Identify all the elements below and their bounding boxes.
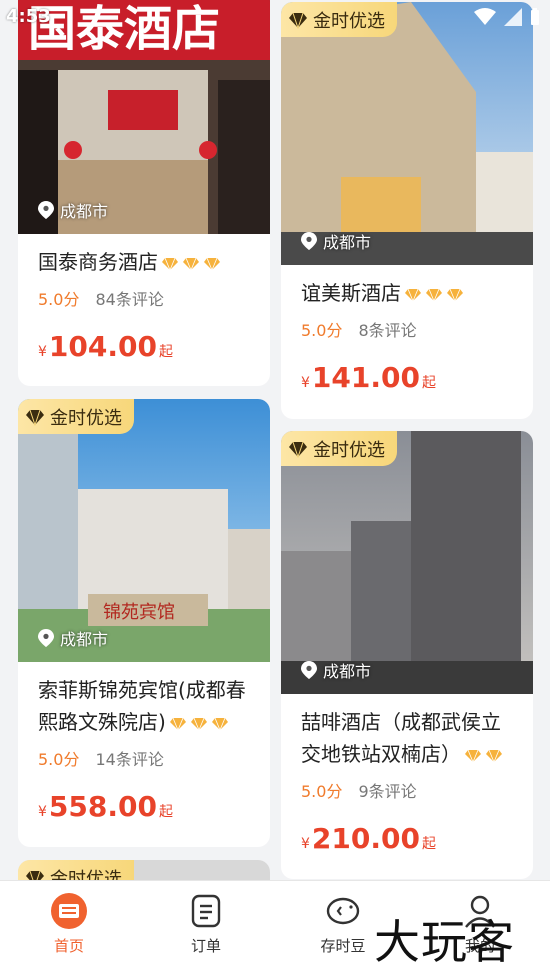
status-bar: 4:53: [0, 0, 550, 36]
hotel-image: [281, 2, 533, 265]
rating-row: 5.0分 14条评论: [38, 746, 250, 770]
currency-symbol: ¥: [301, 375, 310, 391]
city-text: 成都市: [60, 202, 109, 221]
location-label: 成都市: [301, 229, 371, 253]
diamond-rating: [162, 257, 220, 270]
diamond-icon: [169, 717, 186, 730]
price-value: 104.00: [48, 330, 157, 363]
score-text: 5.0分: [301, 321, 343, 340]
hotel-photo: 金时优选 成都市: [281, 431, 533, 694]
tab-label: 首页: [53, 937, 84, 955]
badge-text: 金时优选: [50, 407, 122, 429]
location-pin-icon: [38, 629, 54, 647]
price-row: ¥558.00 起: [38, 790, 250, 823]
diamond-icon: [486, 749, 502, 762]
premium-badge: 金时优选: [18, 399, 134, 434]
tab-label: 订单: [190, 937, 221, 955]
score-text: 5.0分: [301, 782, 343, 801]
rating-row: 5.0分 84条评论: [38, 286, 250, 310]
price-suffix: 起: [421, 375, 436, 391]
status-time: 4:53: [6, 6, 51, 27]
diamond-icon: [426, 288, 442, 301]
location-label: 成都市: [38, 626, 108, 650]
hotel-name: 谊美斯酒店: [301, 277, 513, 309]
hotel-name-text: 谊美斯酒店: [301, 281, 401, 305]
signal-icon: [504, 8, 522, 26]
review-count: 9条评论: [358, 782, 417, 801]
home-logo-icon: [49, 891, 89, 931]
price-value: 558.00: [48, 790, 157, 823]
hotel-name-text: 国泰商务酒店: [38, 250, 158, 274]
price-row: ¥210.00 起: [301, 822, 513, 855]
diamond-icon: [465, 749, 481, 762]
tab-orders[interactable]: 订单: [151, 891, 261, 956]
city-text: 成都市: [60, 630, 109, 649]
diamond-rating: [405, 288, 463, 301]
location-pin-icon: [38, 201, 54, 219]
status-icons: [474, 8, 540, 26]
price-suffix: 起: [158, 804, 173, 820]
diamond-rating: [465, 749, 502, 762]
currency-symbol: ¥: [38, 804, 47, 820]
price-suffix: 起: [421, 836, 436, 852]
location-label: 成都市: [38, 198, 108, 222]
hotel-card[interactable]: 国泰酒店 成都市 国泰商务酒店 5.0分 84条评论 ¥104.00 起: [18, 0, 270, 386]
piggy-bank-icon: [323, 891, 363, 931]
location-pin-icon: [301, 661, 317, 679]
currency-symbol: ¥: [301, 836, 310, 852]
diamond-icon: [447, 288, 463, 301]
orders-icon: [186, 891, 226, 931]
review-count: 84条评论: [95, 290, 164, 309]
hotel-image: 锦苑宾馆: [18, 399, 270, 662]
hotel-card[interactable]: 锦苑宾馆 金时优选 成都市 索菲斯锦苑宾馆(成都春熙路文殊院店) 5.0分 14条…: [18, 399, 270, 847]
hotel-name: 国泰商务酒店: [38, 246, 250, 278]
location-pin-icon: [301, 232, 317, 250]
rating-row: 5.0分 9条评论: [301, 778, 513, 802]
wifi-icon: [474, 8, 496, 25]
score-text: 5.0分: [38, 290, 80, 309]
currency-symbol: ¥: [38, 344, 47, 360]
price-value: 210.00: [311, 822, 420, 855]
price-row: ¥104.00 起: [38, 330, 250, 363]
hotel-card[interactable]: 金时优选 成都市 谊美斯酒店 5.0分 8条评论 ¥141.00 起: [281, 2, 533, 419]
hotel-photo: 锦苑宾馆 金时优选 成都市: [18, 399, 270, 662]
badge-text: 金时优选: [313, 439, 385, 461]
rating-row: 5.0分 8条评论: [301, 317, 513, 341]
price-value: 141.00: [311, 361, 420, 394]
hotel-card[interactable]: 金时优选 成都市 喆啡酒店（成都武侯立交地铁站双楠店） 5.0分 9条评论 ¥21…: [281, 431, 533, 879]
battery-icon: [531, 8, 539, 25]
watermark-text: 大玩客: [374, 915, 515, 969]
diamond-icon: [162, 257, 178, 270]
diamond-rating: [169, 717, 228, 730]
premium-badge: 金时优选: [281, 431, 397, 466]
hotel-name: 索菲斯锦苑宾馆(成都春熙路文殊院店): [38, 674, 250, 738]
diamond-icon: [190, 717, 207, 730]
price-suffix: 起: [158, 344, 173, 360]
tab-home[interactable]: 首页: [14, 891, 124, 956]
hotel-image: [281, 431, 533, 694]
score-text: 5.0分: [38, 750, 80, 769]
hotel-photo: 金时优选 成都市: [281, 2, 533, 265]
diamond-icon: [183, 257, 199, 270]
city-text: 成都市: [323, 662, 372, 681]
review-count: 8条评论: [358, 321, 417, 340]
review-count: 14条评论: [95, 750, 164, 769]
hotel-name: 喆啡酒店（成都武侯立交地铁站双楠店）: [301, 706, 513, 770]
diamond-icon: [211, 717, 228, 730]
diamond-badge-icon: [26, 409, 44, 426]
diamond-icon: [405, 288, 421, 301]
city-text: 成都市: [323, 233, 372, 252]
price-row: ¥141.00 起: [301, 361, 513, 394]
svg-text:锦苑宾馆: 锦苑宾馆: [103, 602, 175, 623]
diamond-icon: [204, 257, 220, 270]
location-label: 成都市: [301, 658, 371, 682]
diamond-badge-icon: [289, 441, 307, 458]
